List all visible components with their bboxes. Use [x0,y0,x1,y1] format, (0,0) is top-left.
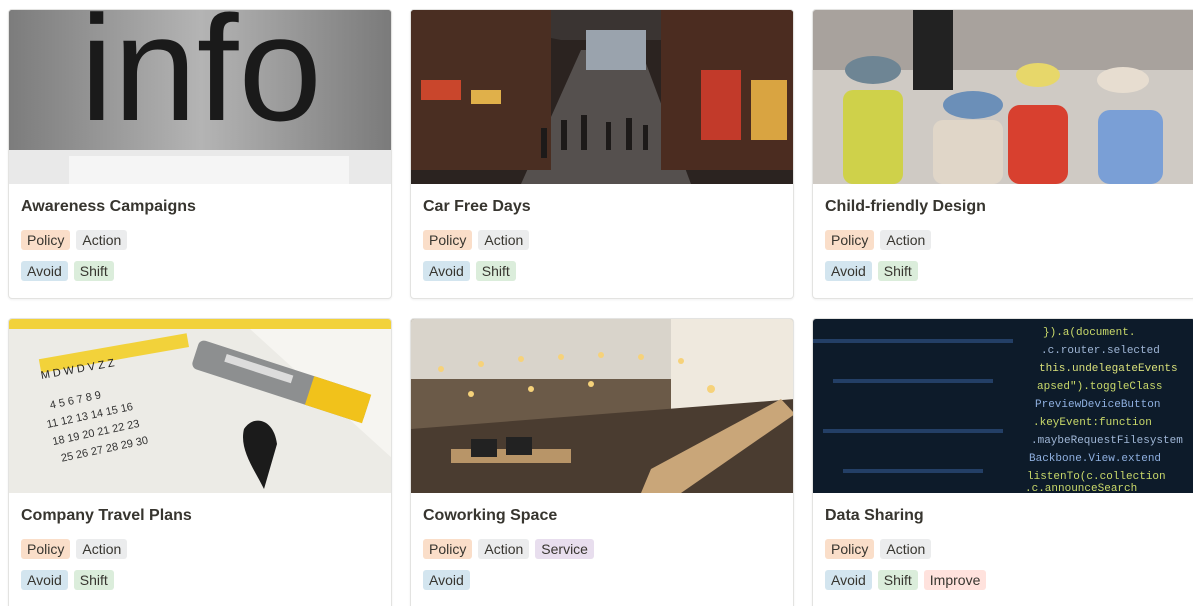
tag-shift: Shift [73,261,114,281]
code-line: PreviewDeviceButton [1035,399,1160,411]
calendar-marker-photo: M D W D V Z Z 4 5 6 7 8 9 11 12 13 14 15… [9,319,391,493]
card-title: Child-friendly Design [825,198,986,215]
card-title: Car Free Days [423,198,531,215]
card-title: Company Travel Plans [21,507,192,524]
code-screen-photo: }).a(document. .c.router.selected this.u… [813,319,1193,493]
card-company-travel-plans[interactable]: M D W D V Z Z 4 5 6 7 8 9 11 12 13 14 15… [8,318,392,606]
code-line: listenTo(c.collection [1027,471,1166,483]
code-line: .c.announceSearch [1025,483,1137,493]
children-crowd-photo [813,10,1193,184]
tag-avoid: Avoid [21,570,68,590]
pedestrian-street-photo [411,10,793,184]
tags-row: Avoid [423,570,470,590]
tag-action: Action [76,230,128,250]
tags-row: Avoid Shift [423,261,516,281]
tag-policy: Policy [825,539,875,559]
card-car-free-days[interactable]: Car Free Days Policy Action Avoid Shift [410,9,794,299]
tag-action: Action [76,539,128,559]
code-line: this.undelegateEvents [1039,363,1178,375]
tag-action: Action [880,230,932,250]
info-sign-photo: info [9,10,391,184]
code-line: .c.router.selected [1041,345,1160,357]
tag-action: Action [478,230,530,250]
gallery-grid: info Awareness Campaigns Policy Action A… [0,0,1193,606]
tag-avoid: Avoid [423,261,470,281]
tag-avoid: Avoid [21,261,68,281]
tags-row: Policy Action [423,230,530,250]
tag-policy: Policy [21,230,71,250]
code-line: apsed").toggleClass [1037,381,1162,393]
tag-policy: Policy [21,539,71,559]
tag-action: Action [478,539,530,559]
tag-policy: Policy [825,230,875,250]
tag-policy: Policy [423,539,473,559]
code-line: Backbone.View.extend [1029,453,1161,465]
code-line: }).a(document. [1043,327,1135,339]
tag-avoid: Avoid [825,261,872,281]
tag-service: Service [535,539,594,559]
code-line: .maybeRequestFilesystem [1031,435,1183,447]
card-child-friendly-design[interactable]: Child-friendly Design Policy Action Avoi… [812,9,1193,299]
tags-row: Avoid Shift [21,261,114,281]
tag-shift: Shift [877,570,918,590]
card-awareness-campaigns[interactable]: info Awareness Campaigns Policy Action A… [8,9,392,299]
tag-shift: Shift [73,570,114,590]
code-line: .keyEvent:function [1033,417,1152,429]
tag-shift: Shift [877,261,918,281]
card-data-sharing[interactable]: }).a(document. .c.router.selected this.u… [812,318,1193,606]
tag-avoid: Avoid [825,570,872,590]
tag-policy: Policy [423,230,473,250]
info-cover-text: info [80,10,322,152]
tags-row: Avoid Shift Improve [825,570,987,590]
tag-avoid: Avoid [423,570,470,590]
tags-row: Policy Action Service [423,539,594,559]
card-coworking-space[interactable]: Coworking Space Policy Action Service Av… [410,318,794,606]
tags-row: Policy Action [825,230,932,250]
coworking-office-photo [411,319,793,493]
tags-row: Policy Action [825,539,932,559]
card-title: Awareness Campaigns [21,198,196,215]
tags-row: Policy Action [21,539,128,559]
card-title: Coworking Space [423,507,558,524]
tags-row: Policy Action [21,230,128,250]
card-title: Data Sharing [825,507,924,524]
tag-action: Action [880,539,932,559]
tags-row: Avoid Shift [21,570,114,590]
tag-improve: Improve [923,570,987,590]
tags-row: Avoid Shift [825,261,918,281]
tag-shift: Shift [475,261,516,281]
